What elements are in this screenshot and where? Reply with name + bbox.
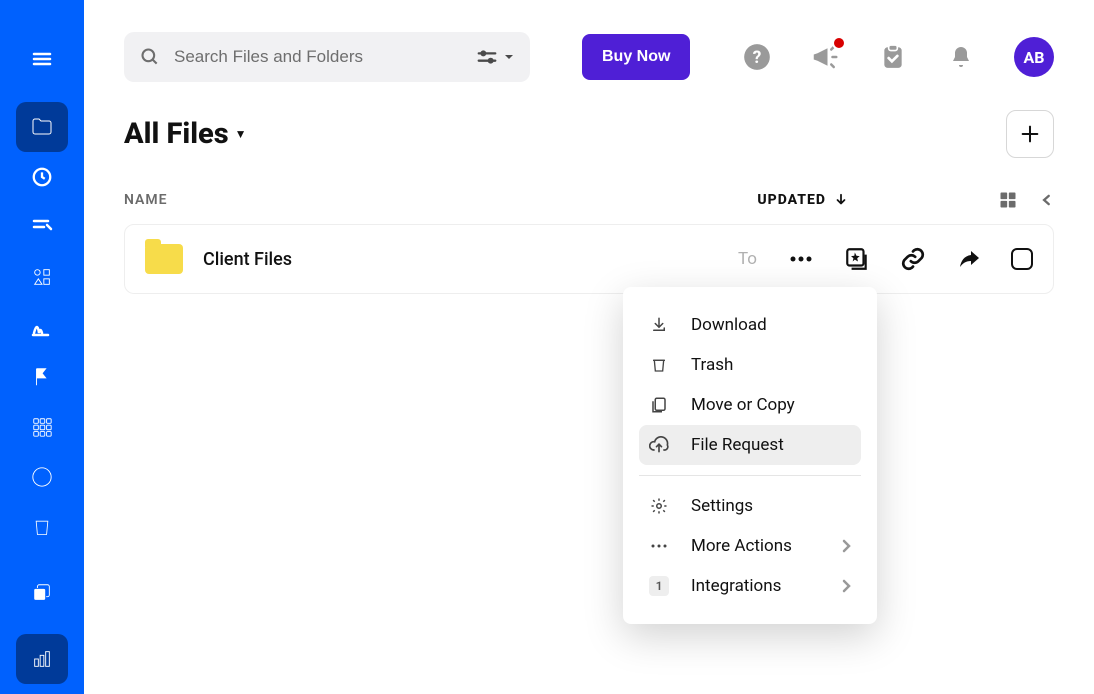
- help-icon[interactable]: ?: [742, 42, 772, 72]
- notification-dot: [832, 36, 846, 50]
- menu-settings[interactable]: Settings: [639, 486, 861, 526]
- row-updated: To: [738, 249, 757, 269]
- menu-trash[interactable]: Trash: [639, 345, 861, 385]
- search-input[interactable]: [174, 47, 462, 67]
- column-name[interactable]: NAME: [124, 192, 757, 208]
- folder-icon: [145, 244, 183, 274]
- add-button[interactable]: [1006, 110, 1054, 158]
- context-menu: Download Trash Move or Copy File Request: [623, 287, 877, 624]
- page-title: All Files: [124, 117, 229, 151]
- cloud-upload-icon: [649, 436, 669, 454]
- bell-icon[interactable]: [946, 42, 976, 72]
- title-row: All Files ▼: [84, 82, 1094, 158]
- grid-view-icon[interactable]: [998, 190, 1018, 210]
- svg-text:?: ?: [753, 48, 762, 68]
- avatar[interactable]: AB: [1014, 37, 1054, 77]
- nav-recent[interactable]: [16, 152, 68, 202]
- column-updated[interactable]: UPDATED: [757, 192, 848, 208]
- menu-separator: [639, 475, 861, 476]
- menu-file-request[interactable]: File Request: [639, 425, 861, 465]
- search-filter-button[interactable]: [476, 48, 514, 66]
- nav-apps[interactable]: [16, 402, 68, 452]
- menu-move-copy[interactable]: Move or Copy: [639, 385, 861, 425]
- nav-sign[interactable]: [16, 202, 68, 252]
- collapse-panel-icon[interactable]: [1040, 190, 1054, 210]
- file-list: Client Files To: [84, 224, 1094, 294]
- nav-trash[interactable]: [16, 502, 68, 552]
- integrations-badge: 1: [649, 576, 669, 596]
- link-icon[interactable]: [899, 245, 927, 273]
- dots-icon: [649, 543, 669, 549]
- sort-desc-icon: [834, 192, 848, 208]
- gear-icon: [649, 497, 669, 515]
- chevron-right-icon: [841, 579, 851, 593]
- search-icon: [140, 47, 160, 67]
- nav-flag[interactable]: [16, 352, 68, 402]
- copy-icon: [649, 396, 669, 414]
- chevron-right-icon: [841, 539, 851, 553]
- trash-icon: [649, 356, 669, 374]
- row-checkbox[interactable]: [1011, 248, 1033, 270]
- list-header: NAME UPDATED: [84, 158, 1094, 224]
- menu-more-actions[interactable]: More Actions: [639, 526, 861, 566]
- tasks-icon[interactable]: [878, 42, 908, 72]
- buy-now-button[interactable]: Buy Now: [582, 34, 690, 80]
- row-actions: [787, 245, 1033, 273]
- topbar: Buy Now ? AB: [84, 0, 1094, 82]
- row-name: Client Files: [203, 249, 718, 270]
- more-options-icon[interactable]: [787, 245, 815, 273]
- nav-files[interactable]: [16, 102, 68, 152]
- nav-signature[interactable]: [16, 302, 68, 352]
- bookmark-icon[interactable]: [843, 245, 871, 273]
- nav-analytics[interactable]: [16, 634, 68, 684]
- announcement-icon[interactable]: [810, 42, 840, 72]
- main-content: Buy Now ? AB All Files ▼: [84, 0, 1094, 694]
- search-box[interactable]: [124, 32, 530, 82]
- sidebar: [0, 0, 84, 694]
- menu-toggle[interactable]: [16, 34, 68, 84]
- nav-copy[interactable]: [16, 568, 68, 618]
- caret-down-icon: ▼: [235, 127, 247, 141]
- top-icons: ? AB: [742, 37, 1054, 77]
- nav-check[interactable]: [16, 452, 68, 502]
- page-title-dropdown[interactable]: All Files ▼: [124, 117, 247, 151]
- table-row[interactable]: Client Files To: [124, 224, 1054, 294]
- nav-shapes[interactable]: [16, 252, 68, 302]
- menu-integrations[interactable]: 1 Integrations: [639, 566, 861, 606]
- download-icon: [649, 316, 669, 334]
- share-icon[interactable]: [955, 245, 983, 273]
- menu-download[interactable]: Download: [639, 305, 861, 345]
